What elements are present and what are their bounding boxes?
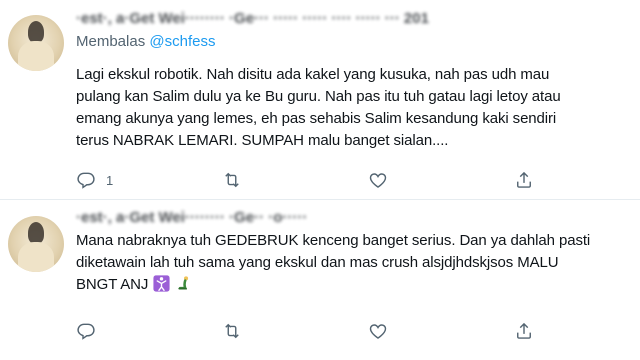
tweet-text: Mana nabraknya tuh GEDEBRUK kenceng bang… bbox=[76, 230, 628, 296]
avatar[interactable] bbox=[8, 15, 64, 71]
tweet-text-fragment: BNGT ANJ bbox=[76, 276, 149, 293]
share-button[interactable] bbox=[514, 319, 534, 343]
like-button[interactable] bbox=[368, 319, 398, 343]
reply-count: 1 bbox=[106, 172, 114, 188]
tweet-header-redacted: ·est·, a·Get Wei········ ·Ge·· ·o····· bbox=[76, 209, 308, 226]
person-lying-emoji bbox=[178, 276, 189, 290]
tweet-text-line: diketawain lah tuh sama yang ekskul dan … bbox=[76, 254, 559, 271]
share-icon bbox=[517, 322, 531, 339]
reply-handle-link[interactable]: @schfess bbox=[149, 33, 215, 50]
tweet-text-line: emang akunya yang lemes, eh pas sehabis … bbox=[76, 110, 557, 127]
share-icon bbox=[517, 171, 531, 188]
retweet-icon bbox=[225, 323, 239, 339]
tweet-text-line: Lagi ekskul robotik. Nah disitu ada kake… bbox=[76, 66, 550, 83]
tweet-text: Lagi ekskul robotik. Nah disitu ada kake… bbox=[76, 64, 628, 152]
tweet-text-line: Mana nabraknya tuh GEDEBRUK kenceng bang… bbox=[76, 232, 591, 249]
tweet-text-line: terus NABRAK LEMARI. SUMPAH malu banget … bbox=[76, 132, 449, 149]
like-icon bbox=[369, 324, 387, 339]
tweet-2[interactable]: ·est·, a·Get Wei········ ·Ge·· ·o····· M… bbox=[0, 201, 640, 360]
person-cartwheel-emoji bbox=[153, 275, 170, 292]
reply-button[interactable] bbox=[76, 319, 106, 343]
tweet-1[interactable]: ·est·, a·Get Wei········ ·Ge··· ····· ··… bbox=[0, 0, 640, 200]
tweet-header-redacted: ·est·, a·Get Wei········ ·Ge··· ····· ··… bbox=[76, 10, 429, 27]
retweet-icon bbox=[225, 172, 239, 188]
retweet-button[interactable] bbox=[222, 168, 252, 192]
tweet-text-line: pulang kan Salim dulu ya ke Bu guru. Nah… bbox=[76, 88, 561, 105]
retweet-button[interactable] bbox=[222, 319, 252, 343]
replying-to-label: Membalas bbox=[76, 33, 146, 50]
reply-button[interactable]: 1 bbox=[76, 168, 113, 192]
reply-icon bbox=[77, 323, 95, 340]
share-button[interactable] bbox=[514, 168, 534, 192]
like-button[interactable] bbox=[368, 168, 398, 192]
like-icon bbox=[369, 173, 387, 188]
reply-icon bbox=[77, 172, 95, 189]
replying-to: Membalas @schfess bbox=[76, 33, 215, 50]
tweet-text-line-last: BNGT ANJ bbox=[76, 274, 628, 296]
avatar[interactable] bbox=[8, 216, 64, 272]
